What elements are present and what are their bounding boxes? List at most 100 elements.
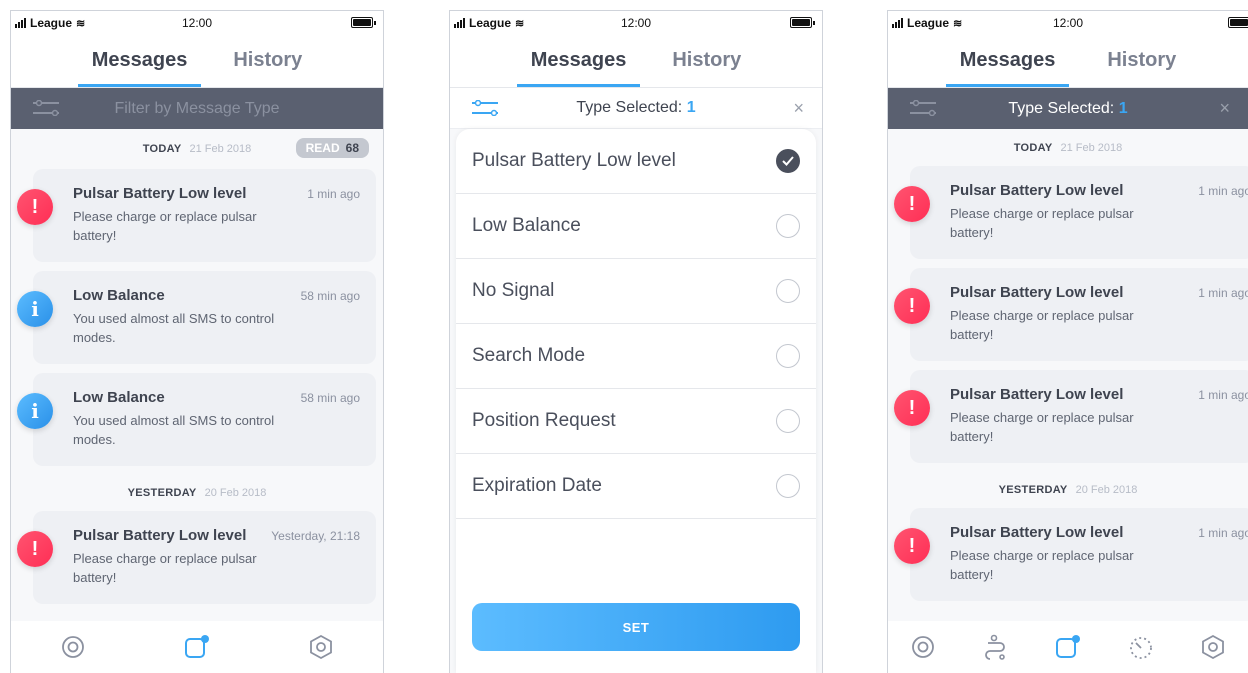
messages-screen-filtered: League ≋ 12:00 Messages History Type Sel… — [887, 10, 1248, 673]
status-bar: League ≋ 12:00 — [888, 11, 1248, 35]
date-label: YESTERDAY — [127, 487, 197, 499]
message-title: Pulsar Battery Low level — [73, 527, 247, 544]
date-label: YESTERDAY — [998, 484, 1068, 496]
option-no-signal[interactable]: No Signal — [456, 259, 816, 324]
option-search-mode[interactable]: Search Mode — [456, 324, 816, 389]
option-label: Expiration Date — [472, 475, 602, 496]
date-header-yesterday: YESTERDAY 20 Feb 2018 — [11, 475, 383, 511]
settings-hex-icon[interactable] — [309, 634, 333, 660]
type-options-sheet: Pulsar Battery Low level Low Balance No … — [456, 129, 816, 673]
message-title: Pulsar Battery Low level — [950, 284, 1124, 301]
message-time: 1 min ago — [1198, 388, 1248, 402]
date-value: 21 Feb 2018 — [189, 143, 252, 155]
option-label: Position Request — [472, 410, 616, 431]
date-header-yesterday: YESTERDAY 20 Feb 2018 — [888, 472, 1248, 508]
alert-icon: ! — [17, 531, 53, 567]
message-text: Please charge or replace pulsar battery! — [73, 209, 257, 243]
tab-bar: Messages History — [888, 35, 1248, 88]
timer-icon[interactable] — [1128, 634, 1154, 660]
tab-messages[interactable]: Messages — [945, 35, 1069, 87]
message-time: 58 min ago — [300, 289, 360, 303]
messages-nav-icon[interactable] — [184, 634, 210, 660]
message-card[interactable]: ! Pulsar Battery Low level 1 min ago Ple… — [894, 268, 1248, 361]
type-selected-label: Type Selected: — [576, 99, 683, 116]
set-button[interactable]: SET — [472, 603, 800, 651]
radio-icon[interactable] — [776, 344, 800, 368]
tab-bar: Messages History — [11, 35, 383, 88]
filter-bar: Type Selected: 1 × — [450, 88, 822, 129]
date-value: 20 Feb 2018 — [204, 487, 267, 499]
checked-icon[interactable] — [776, 149, 800, 173]
type-selected-label: Type Selected: — [1008, 99, 1115, 117]
message-card[interactable]: ! Pulsar Battery Low level 1 min ago Ple… — [894, 166, 1248, 259]
radio-icon[interactable] — [776, 474, 800, 498]
date-label: TODAY — [1013, 141, 1053, 154]
message-text: You used almost all SMS to control modes… — [73, 311, 275, 345]
message-time: 1 min ago — [1198, 184, 1248, 198]
tab-history[interactable]: History — [672, 35, 741, 87]
tab-bar: Messages History — [450, 35, 822, 88]
option-label: Search Mode — [472, 345, 586, 366]
alert-icon: ! — [894, 288, 930, 324]
message-time: 1 min ago — [307, 187, 360, 201]
option-label: Pulsar Battery Low level — [472, 150, 676, 171]
messages-screen-filter: League ≋ 12:00 Messages History Filter b… — [10, 10, 384, 673]
message-card[interactable]: i Low Balance 58 min ago You used almost… — [17, 373, 376, 466]
message-text: Please charge or replace pulsar battery! — [950, 308, 1134, 342]
tab-messages[interactable]: Messages — [516, 35, 640, 87]
message-text: Please charge or replace pulsar battery! — [950, 206, 1134, 240]
read-all-button[interactable]: READ 68 — [295, 138, 369, 158]
option-low-balance[interactable]: Low Balance — [456, 194, 816, 259]
message-text: You used almost all SMS to control modes… — [73, 413, 275, 447]
option-label: No Signal — [472, 280, 555, 301]
message-title: Pulsar Battery Low level — [73, 185, 247, 202]
message-time: 1 min ago — [1198, 526, 1248, 540]
info-icon: i — [17, 291, 53, 327]
date-value: 21 Feb 2018 — [1060, 141, 1123, 154]
filter-bar[interactable]: Filter by Message Type — [11, 88, 383, 129]
bottom-nav — [888, 621, 1248, 673]
filter-icon[interactable] — [472, 100, 498, 116]
tab-history[interactable]: History — [1107, 35, 1176, 87]
settings-hex-icon[interactable] — [1201, 634, 1225, 660]
message-card[interactable]: ! Pulsar Battery Low level Yesterday, 21… — [17, 511, 376, 604]
message-title: Low Balance — [73, 287, 165, 304]
target-icon[interactable] — [911, 635, 935, 659]
message-card[interactable]: ! Pulsar Battery Low level 1 min ago Ple… — [894, 370, 1248, 463]
radio-icon[interactable] — [776, 279, 800, 303]
radio-icon[interactable] — [776, 409, 800, 433]
type-selected: Type Selected: 1 — [576, 99, 695, 117]
filter-icon[interactable] — [910, 100, 936, 116]
filter-placeholder: Filter by Message Type — [114, 99, 280, 117]
message-card[interactable]: ! Pulsar Battery Low level 1 min ago Ple… — [17, 169, 376, 262]
option-label: Low Balance — [472, 215, 581, 236]
option-position-request[interactable]: Position Request — [456, 389, 816, 454]
battery-icon — [790, 17, 815, 28]
filter-bar[interactable]: Type Selected: 1 × — [888, 88, 1248, 129]
close-icon[interactable]: × — [793, 98, 804, 119]
filter-selection-screen: League ≋ 12:00 Messages History Type Sel… — [449, 10, 823, 673]
date-value: 20 Feb 2018 — [1075, 484, 1138, 496]
battery-icon — [351, 17, 376, 28]
message-title: Pulsar Battery Low level — [950, 524, 1124, 541]
clock: 12:00 — [181, 16, 213, 30]
message-text: Please charge or replace pulsar battery! — [73, 551, 257, 585]
close-icon[interactable]: × — [1219, 98, 1230, 119]
radio-icon[interactable] — [776, 214, 800, 238]
tab-history[interactable]: History — [233, 35, 302, 87]
message-card[interactable]: i Low Balance 58 min ago You used almost… — [17, 271, 376, 364]
tab-messages[interactable]: Messages — [77, 35, 201, 87]
messages-nav-icon[interactable] — [1055, 634, 1081, 660]
option-pulsar-battery[interactable]: Pulsar Battery Low level — [456, 129, 816, 194]
filter-icon — [33, 100, 59, 116]
route-icon[interactable] — [982, 634, 1008, 660]
clock: 12:00 — [620, 16, 652, 30]
target-icon[interactable] — [61, 635, 85, 659]
message-text: Please charge or replace pulsar battery! — [950, 410, 1134, 444]
message-text: Please charge or replace pulsar battery! — [950, 548, 1134, 582]
date-header-today: TODAY 21 Feb 2018 — [888, 129, 1248, 166]
type-selected-count: 1 — [1118, 99, 1128, 117]
option-expiration-date[interactable]: Expiration Date — [456, 454, 816, 519]
message-card[interactable]: ! Pulsar Battery Low level 1 min ago Ple… — [894, 508, 1248, 601]
type-selected-count: 1 — [686, 99, 696, 116]
